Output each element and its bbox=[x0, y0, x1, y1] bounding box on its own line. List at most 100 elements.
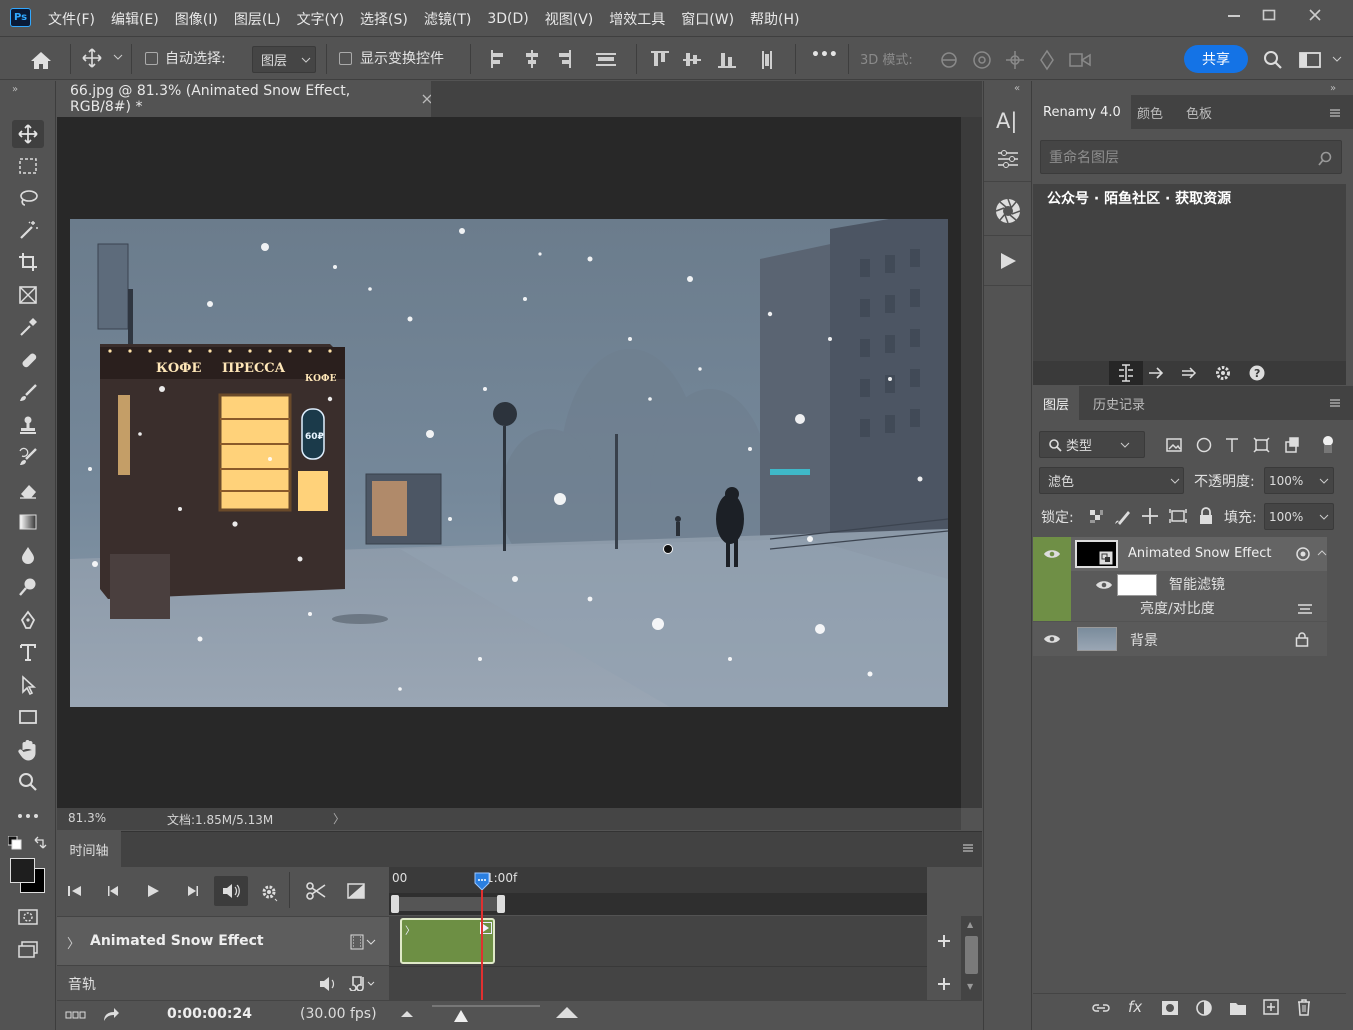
zoom-out-timeline-icon[interactable] bbox=[400, 1010, 414, 1018]
timeline-zoom-slider[interactable] bbox=[432, 1005, 540, 1007]
folder-icon[interactable] bbox=[1229, 1000, 1247, 1016]
timeline-scrollbar[interactable]: ▲ ▼ bbox=[961, 916, 982, 1000]
collapse-panels-icon[interactable]: « bbox=[1014, 83, 1020, 94]
work-area-end-handle[interactable] bbox=[497, 895, 505, 913]
lasso-tool[interactable] bbox=[12, 184, 44, 212]
chevron-right-icon[interactable]: 〉 bbox=[67, 933, 80, 952]
expand-panels-icon[interactable]: » bbox=[1330, 83, 1336, 94]
menu-type[interactable]: 文字(Y) bbox=[289, 9, 352, 29]
next-frame-button[interactable] bbox=[184, 884, 200, 898]
eye-icon[interactable] bbox=[1095, 579, 1113, 591]
split-at-playhead-button[interactable] bbox=[305, 881, 327, 901]
edit-toolbar-button[interactable] bbox=[12, 802, 44, 830]
zoom-tool[interactable] bbox=[12, 768, 44, 796]
menu-plugins[interactable]: 增效工具 bbox=[601, 9, 673, 29]
blend-mode-dropdown[interactable]: 滤色 bbox=[1039, 467, 1184, 494]
menu-select[interactable]: 选择(S) bbox=[352, 9, 416, 29]
zoom-level[interactable]: 81.3% bbox=[68, 811, 106, 825]
first-frame-button[interactable] bbox=[67, 884, 83, 898]
search-icon[interactable] bbox=[1317, 151, 1333, 167]
fill-input[interactable]: 100% bbox=[1264, 503, 1334, 530]
adjustment-layer-icon[interactable] bbox=[1195, 999, 1213, 1017]
brightness-contrast-filter[interactable]: 亮度/对比度 bbox=[1140, 598, 1215, 618]
current-time[interactable]: 0:00:00:24 bbox=[167, 1006, 252, 1022]
menu-3d[interactable]: 3D(D) bbox=[479, 11, 536, 27]
timeline-zoom-slider-thumb[interactable] bbox=[453, 1009, 469, 1023]
tab-swatches[interactable]: 色板 bbox=[1176, 95, 1222, 129]
work-area-bar[interactable] bbox=[389, 893, 927, 915]
play-button[interactable] bbox=[146, 884, 160, 898]
tab-color[interactable]: 颜色 bbox=[1127, 95, 1173, 129]
arrow-right-icon[interactable] bbox=[1147, 365, 1165, 381]
frame-animation-icon[interactable] bbox=[65, 1010, 87, 1020]
workspace-button[interactable] bbox=[1297, 48, 1323, 72]
audio-track-header[interactable]: 音轨 bbox=[57, 966, 389, 1000]
add-mask-icon[interactable] bbox=[1161, 1000, 1179, 1016]
document-tab[interactable]: 66.jpg @ 81.3% (Animated Snow Effect, RG… bbox=[57, 81, 431, 117]
auto-select-checkbox[interactable] bbox=[145, 52, 158, 65]
document-image[interactable]: КОФЕ ПРЕССА КОФЕ 60₽ bbox=[70, 219, 948, 707]
default-colors-icon[interactable] bbox=[8, 836, 22, 850]
restore-button[interactable] bbox=[1249, 0, 1289, 30]
timeline-menu-icon[interactable] bbox=[962, 843, 974, 853]
show-transform-checkbox[interactable] bbox=[339, 52, 352, 65]
layer-style-button[interactable]: fx bbox=[1128, 998, 1142, 1016]
previous-frame-button[interactable] bbox=[106, 884, 122, 898]
film-strip-icon[interactable] bbox=[350, 934, 378, 950]
eraser-tool[interactable] bbox=[12, 476, 44, 504]
history-brush-tool[interactable] bbox=[12, 443, 44, 471]
filter-blending-options-icon[interactable] bbox=[1297, 602, 1313, 616]
trash-icon[interactable] bbox=[1296, 998, 1312, 1016]
timeline-tracks[interactable]: 〉 bbox=[389, 916, 927, 1000]
quick-mask-button[interactable] bbox=[12, 903, 44, 931]
minimize-button[interactable] bbox=[1214, 0, 1254, 30]
gear-icon[interactable] bbox=[1214, 364, 1232, 382]
link-layers-icon[interactable] bbox=[1091, 1000, 1111, 1016]
music-note-icon[interactable] bbox=[346, 975, 376, 991]
timeline-ruler[interactable]: 00 1:00f bbox=[389, 867, 927, 893]
canvas-vertical-scrollbar[interactable] bbox=[961, 117, 982, 808]
chevron-down-icon[interactable] bbox=[113, 54, 123, 60]
tab-history[interactable]: 历史记录 bbox=[1083, 386, 1155, 420]
chevron-down-icon[interactable] bbox=[1332, 56, 1342, 62]
chevron-up-icon[interactable] bbox=[1317, 550, 1327, 556]
crop-tool[interactable] bbox=[12, 248, 44, 276]
tab-renamy[interactable]: Renamy 4.0 bbox=[1033, 95, 1131, 129]
gradient-tool[interactable] bbox=[12, 508, 44, 536]
rename-layer-input[interactable]: 重命名图层 bbox=[1040, 140, 1342, 174]
hand-tool[interactable] bbox=[12, 736, 44, 764]
foreground-color-swatch[interactable] bbox=[10, 858, 35, 883]
properties-panel-icon[interactable] bbox=[996, 149, 1020, 169]
magic-wand-tool[interactable] bbox=[12, 216, 44, 244]
double-arrow-right-icon[interactable] bbox=[1180, 365, 1198, 381]
work-area-start-handle[interactable] bbox=[391, 895, 399, 913]
timeline-tab[interactable]: 时间轴 bbox=[57, 831, 121, 867]
layer-row-background[interactable]: 背景 bbox=[1033, 622, 1327, 656]
swap-colors-icon[interactable] bbox=[33, 836, 47, 850]
speaker-icon[interactable] bbox=[318, 976, 338, 992]
dodge-tool[interactable] bbox=[12, 573, 44, 601]
clone-stamp-tool[interactable] bbox=[12, 411, 44, 439]
rename-icon[interactable] bbox=[1117, 364, 1135, 382]
menu-window[interactable]: 窗口(W) bbox=[673, 9, 742, 29]
more-options-button[interactable]: ••• bbox=[811, 47, 838, 63]
playhead[interactable] bbox=[474, 872, 490, 1000]
layer-filter-buttons[interactable] bbox=[1164, 436, 1336, 454]
character-panel-icon[interactable]: A| bbox=[996, 109, 1017, 133]
chevron-right-icon[interactable]: 〉 bbox=[333, 810, 345, 827]
lock-buttons[interactable] bbox=[1088, 507, 1220, 525]
transition-button[interactable] bbox=[347, 883, 365, 899]
screen-mode-button[interactable] bbox=[12, 936, 44, 964]
menu-help[interactable]: 帮助(H) bbox=[742, 9, 807, 29]
eye-icon[interactable] bbox=[1043, 548, 1061, 560]
collapse-tools-icon[interactable]: » bbox=[12, 84, 18, 95]
smart-filters-row[interactable]: 智能滤镜 亮度/对比度 bbox=[1071, 571, 1327, 621]
path-selection-tool[interactable] bbox=[12, 671, 44, 699]
menu-filter[interactable]: 滤镜(T) bbox=[416, 9, 479, 29]
aperture-icon[interactable] bbox=[994, 197, 1022, 225]
home-button[interactable] bbox=[26, 45, 56, 75]
mute-audio-button[interactable] bbox=[214, 876, 248, 906]
move-tool-options-icon[interactable] bbox=[80, 46, 104, 70]
share-button[interactable]: 共享 bbox=[1184, 45, 1248, 73]
menu-layer[interactable]: 图层(L) bbox=[226, 9, 289, 29]
